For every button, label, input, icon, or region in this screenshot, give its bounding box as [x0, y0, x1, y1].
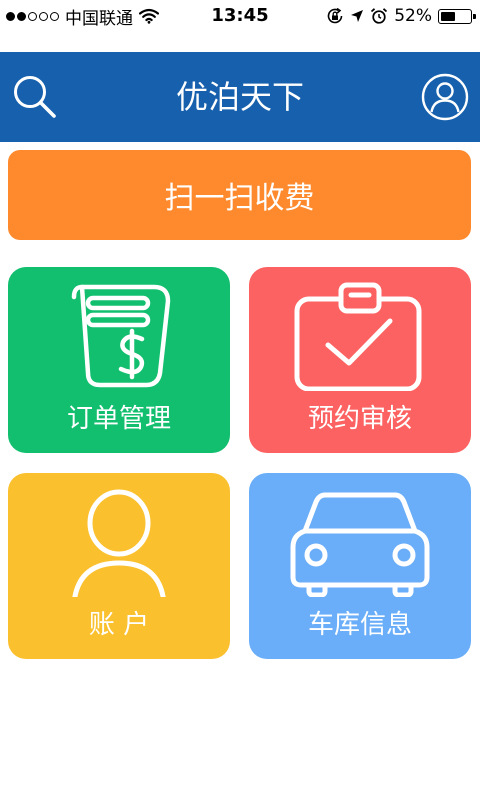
- location-arrow-icon: [351, 10, 364, 22]
- tile-account[interactable]: 账 户: [8, 473, 230, 659]
- rotation-lock-icon: [327, 7, 343, 24]
- tile-order-management-label: 订单管理: [66, 404, 171, 434]
- alarm-clock-icon: [371, 8, 388, 24]
- scan-to-charge-button[interactable]: 扫一扫收费: [8, 150, 471, 240]
- car-icon: [290, 492, 430, 597]
- clipboard-check-icon: [294, 282, 422, 391]
- battery-icon: [438, 8, 476, 24]
- status-bar: 中国联通 13:45 52%: [0, 0, 480, 40]
- status-bar-right: 52%: [326, 6, 476, 26]
- user-avatar-icon: [421, 73, 469, 121]
- tile-garage-info-label: 车库信息: [307, 610, 412, 640]
- tile-garage-info[interactable]: 车库信息: [249, 473, 471, 659]
- user-profile-button[interactable]: [420, 72, 470, 122]
- tile-reservation-review-label: 预约审核: [307, 404, 412, 434]
- page-title: 优泊天下: [175, 78, 304, 116]
- tile-account-label: 账 户: [88, 610, 150, 640]
- tile-order-management[interactable]: 订单管理: [8, 267, 230, 453]
- nav-bar: 优泊天下: [0, 52, 480, 142]
- tile-reservation-review[interactable]: 预约审核: [249, 267, 471, 453]
- scan-to-charge-label: 扫一扫收费: [164, 181, 315, 216]
- person-icon: [72, 489, 166, 597]
- receipt-dollar-icon: [71, 284, 171, 388]
- battery-percentage: 52%: [394, 6, 432, 26]
